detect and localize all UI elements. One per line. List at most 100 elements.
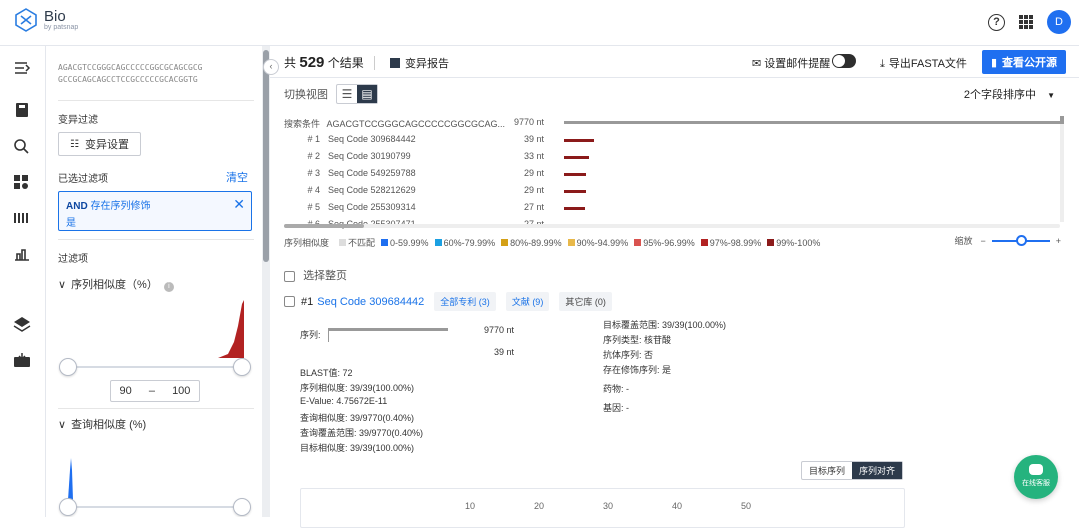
caret-down-icon: ▼ xyxy=(1047,91,1055,100)
hit-rank: # 1 xyxy=(307,134,320,144)
chevron-down-icon: ∨ xyxy=(58,279,67,291)
query-seq-line xyxy=(328,328,448,331)
query-similarity-header[interactable]: ∨ 查询相似度 (%) xyxy=(58,416,146,432)
hit-bar[interactable] xyxy=(564,139,594,142)
view-public-label: 查看公开源 xyxy=(1002,57,1058,69)
applied-filters-label: 已选过滤项 xyxy=(58,174,108,185)
legend-item: 95%-96.99% xyxy=(643,238,695,248)
logo[interactable]: Bio by patsnap xyxy=(14,8,78,32)
query-seq: AGACGTCCGGGCAGCCCCCGGCGCAG... xyxy=(326,119,506,129)
seq-similarity-slider[interactable] xyxy=(68,366,242,368)
blast-vscroll[interactable] xyxy=(1060,116,1064,222)
chat-icon xyxy=(1029,464,1043,475)
apps-grid-icon[interactable] xyxy=(1019,15,1033,29)
sort-dropdown[interactable]: 2个字段排序中 ▼ xyxy=(964,86,1055,102)
list-view-icon[interactable]: ☰ xyxy=(337,85,357,103)
literature-chip[interactable]: 文献 (9) xyxy=(505,292,550,311)
results-header: 共 529 个结果 变异报告 ✉ 设置邮件提醒 ⤓ 导出FASTA文件 ▮ 查看公开源 xyxy=(270,46,1079,78)
range-min-value[interactable]: 90 xyxy=(120,385,132,397)
slider-max-handle[interactable] xyxy=(233,358,251,376)
dashboard-icon[interactable] xyxy=(13,174,31,190)
target-seq-tab[interactable]: 目标序列 xyxy=(802,462,852,479)
zoom-label: 缩放 xyxy=(954,236,973,246)
ruler-tick: 20 xyxy=(534,501,545,511)
help-icon[interactable]: ? xyxy=(988,13,1005,31)
chevron-down-icon: ∨ xyxy=(58,419,67,431)
blast-overview: 搜索条件 AGACGTCCGGGCAGCCCCCGGCGCAG... 9770 … xyxy=(284,112,1065,242)
select-page[interactable]: 选择整页 xyxy=(284,267,347,283)
sequence-icon[interactable] xyxy=(13,210,31,226)
info-icon[interactable]: i xyxy=(163,282,174,292)
variant-filter-label: 变异过滤 xyxy=(58,115,98,126)
range-separator: – xyxy=(148,385,155,397)
filter-operator: AND xyxy=(66,201,88,212)
hit-bar[interactable] xyxy=(564,190,587,193)
layers-icon[interactable] xyxy=(13,316,31,332)
detail-view-icon[interactable]: ▤ xyxy=(357,85,377,103)
slider-min-handle[interactable] xyxy=(59,358,77,376)
total-suffix: 个结果 xyxy=(327,56,364,70)
hit-bar[interactable] xyxy=(564,173,587,176)
chat-label: 在线客服 xyxy=(1022,480,1050,487)
legend-swatch xyxy=(634,239,642,246)
query-len: 9770 nt xyxy=(513,117,544,127)
filter-field: 存在序列修饰 xyxy=(90,201,151,212)
other-db-chip[interactable]: 其它库 (0) xyxy=(559,292,612,311)
hit-bar[interactable] xyxy=(564,156,590,159)
range-max-value[interactable]: 100 xyxy=(172,385,190,397)
panel-scrollbar[interactable] xyxy=(262,46,270,517)
view-public-source-button[interactable]: ▮ 查看公开源 xyxy=(982,50,1066,74)
query-similarity-slider[interactable] xyxy=(68,506,242,508)
switch-view-label: 切换视图 xyxy=(284,89,328,101)
hit-length: 29 nt xyxy=(523,168,544,178)
variant-report-button[interactable]: 变异报告 xyxy=(390,55,449,71)
view-switch: 切换视图 ☰ ▤ xyxy=(284,84,378,104)
hit-bar[interactable] xyxy=(564,207,585,210)
blast-hscroll[interactable] xyxy=(284,224,1060,228)
legend-swatch xyxy=(501,239,509,246)
legend-swatch xyxy=(339,239,347,246)
close-icon[interactable]: ✕ xyxy=(233,196,245,213)
hit-rank: # 2 xyxy=(307,151,320,161)
avatar[interactable]: D xyxy=(1047,10,1071,34)
ruler-tick: 40 xyxy=(672,501,683,511)
export-fasta-button[interactable]: ⤓ 导出FASTA文件 xyxy=(880,55,967,71)
zoom-handle[interactable] xyxy=(1015,234,1027,246)
menu-expand-icon[interactable] xyxy=(13,60,31,76)
search-icon[interactable] xyxy=(13,138,31,154)
slider-max-handle[interactable] xyxy=(233,498,251,516)
result-checkbox[interactable] xyxy=(284,296,295,307)
select-page-checkbox[interactable] xyxy=(284,270,295,282)
legend-item: 60%-79.99% xyxy=(443,238,496,248)
seq-align-tab[interactable]: 序列对齐 xyxy=(852,462,903,479)
variant-settings-button[interactable]: ☷ 变异设置 xyxy=(58,132,141,156)
zoom-out-button[interactable]: − xyxy=(980,236,985,246)
hit-code: Seq Code 255309314 xyxy=(328,202,416,212)
slider-min-handle[interactable] xyxy=(59,498,77,516)
filter-tag[interactable]: AND 存在序列修饰 是 ✕ xyxy=(58,191,252,231)
legend-swatch xyxy=(700,239,708,246)
clear-button[interactable]: 清空 xyxy=(226,169,248,185)
online-support-button[interactable]: 在线客服 xyxy=(1014,455,1058,499)
scrollbar-thumb[interactable] xyxy=(263,50,269,262)
zoom-slider[interactable] xyxy=(991,234,1050,246)
hit-length: 27 nt xyxy=(523,202,544,212)
hit-code: Seq Code 549259788 xyxy=(328,168,416,178)
legend-item: 97%-98.99% xyxy=(709,238,762,248)
seq-similarity-range[interactable]: 90 – 100 xyxy=(110,380,200,402)
mail-alert-toggle[interactable] xyxy=(832,54,856,68)
lab-icon[interactable] xyxy=(13,246,31,262)
seq-similarity-header[interactable]: ∨ 序列相似度（%） i xyxy=(58,276,174,292)
result-field: 药物: - xyxy=(603,384,629,394)
result-field: 查询相似度: 39/9770(0.40%) xyxy=(300,413,415,423)
results-area: 共 529 个结果 变异报告 ✉ 设置邮件提醒 ⤓ 导出FASTA文件 ▮ 查看公开源… xyxy=(270,46,1079,528)
hit-length: 29 nt xyxy=(523,185,544,195)
save-icon[interactable] xyxy=(13,102,31,118)
mail-alert-button[interactable]: ✉ 设置邮件提醒 xyxy=(752,55,830,71)
patents-chip[interactable]: 全部专利 (3) xyxy=(434,292,496,311)
zoom-in-button[interactable]: + xyxy=(1056,236,1061,246)
ruler-tick: 50 xyxy=(741,501,752,511)
inbox-icon[interactable] xyxy=(13,352,31,368)
result-code-link[interactable]: Seq Code 309684442 xyxy=(317,296,424,308)
total-prefix: 共 xyxy=(284,56,297,70)
